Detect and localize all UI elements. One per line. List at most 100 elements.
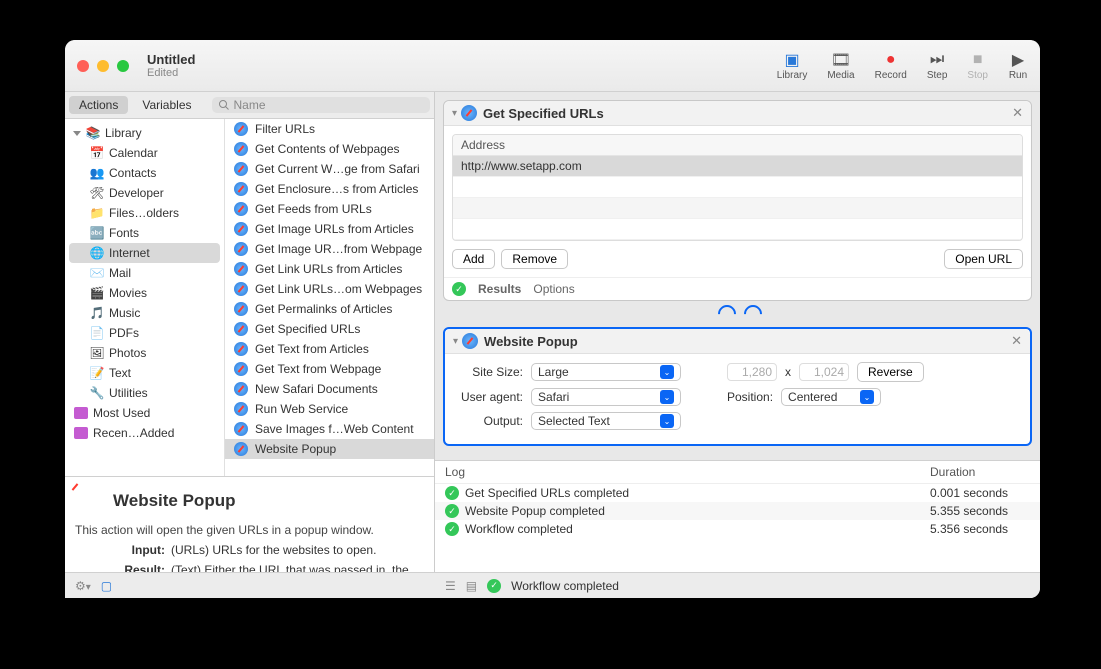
step-toolbar-button[interactable]: ⏭ Step	[927, 50, 948, 81]
chevron-down-icon: ⌄	[660, 390, 674, 404]
add-button[interactable]: Add	[452, 249, 495, 269]
search-input[interactable]: Name	[212, 97, 431, 113]
tab-variables[interactable]: Variables	[132, 96, 201, 114]
library-item-contacts[interactable]: 👥Contacts	[65, 163, 224, 183]
record-toolbar-button[interactable]: ● Record	[875, 50, 907, 81]
window-subtitle: Edited	[147, 67, 195, 79]
status-message: Workflow completed	[511, 579, 619, 593]
check-icon: ✓	[445, 486, 459, 500]
stack-icon[interactable]: ▤	[466, 579, 477, 593]
library-item-most-used[interactable]: Most Used	[65, 403, 224, 423]
category-icon: 🔧	[89, 385, 105, 401]
stop-icon: ■	[968, 50, 988, 70]
action-item[interactable]: Save Images f…Web Content	[225, 419, 434, 439]
media-toolbar-button[interactable]: 🎞 Media	[827, 50, 854, 81]
action-item[interactable]: Get Specified URLs	[225, 319, 434, 339]
chevron-down-icon: ▾	[453, 336, 458, 347]
close-window-button[interactable]	[77, 60, 89, 72]
list-icon[interactable]: ☰	[445, 579, 456, 593]
library-item-movies[interactable]: 🎬Movies	[65, 283, 224, 303]
action-item[interactable]: Get Permalinks of Articles	[225, 299, 434, 319]
library-item-utilities[interactable]: 🔧Utilities	[65, 383, 224, 403]
remove-action-button[interactable]: ✕	[1012, 105, 1023, 121]
library-item-fonts[interactable]: 🔤Fonts	[65, 223, 224, 243]
site-size-select[interactable]: Large ⌄	[531, 363, 681, 381]
position-select[interactable]: Centered ⌄	[781, 388, 881, 406]
library-item-mail[interactable]: ✉️Mail	[65, 263, 224, 283]
category-icon: 📁	[89, 205, 105, 221]
card-header[interactable]: ▾ Website Popup ✕	[445, 329, 1030, 354]
stop-toolbar-button[interactable]: ■ Stop	[967, 50, 988, 81]
library-item-recen-added[interactable]: Recen…Added	[65, 423, 224, 443]
action-item[interactable]: Get Text from Articles	[225, 339, 434, 359]
check-icon: ✓	[487, 579, 501, 593]
right-panel: ▾ Get Specified URLs ✕ Address http://ww…	[435, 92, 1040, 598]
play-icon: ▶	[1008, 50, 1028, 70]
log-row[interactable]: ✓Website Popup completed5.355 seconds	[435, 502, 1040, 520]
action-item[interactable]: Get Image URLs from Articles	[225, 219, 434, 239]
log-panel: Log Duration ✓Get Specified URLs complet…	[435, 460, 1040, 572]
results-link[interactable]: Results	[478, 282, 521, 296]
action-item[interactable]: Get Current W…ge from Safari	[225, 159, 434, 179]
title-block: Untitled Edited	[147, 52, 195, 79]
library-item-developer[interactable]: 🛠Developer	[65, 183, 224, 203]
chevron-down-icon: ⌄	[660, 365, 674, 379]
action-item[interactable]: Get Contents of Webpages	[225, 139, 434, 159]
library-root[interactable]: 📚 Library	[65, 123, 224, 143]
library-item-photos[interactable]: 🖼Photos	[65, 343, 224, 363]
duration-header: Duration	[930, 465, 1030, 479]
user-agent-select[interactable]: Safari ⌄	[531, 388, 681, 406]
action-item[interactable]: Get Text from Webpage	[225, 359, 434, 379]
step-icon: ⏭	[927, 50, 947, 70]
action-item[interactable]: Get Enclosure…s from Articles	[225, 179, 434, 199]
gear-icon[interactable]: ⚙︎▾	[75, 579, 91, 593]
library-item-internet[interactable]: 🌐Internet	[69, 243, 220, 263]
status-bar: ☰ ▤ ✓ Workflow completed	[435, 572, 1040, 598]
open-url-button[interactable]: Open URL	[944, 249, 1023, 269]
body: Actions Variables Name 📚 Library 📅Calend…	[65, 92, 1040, 598]
action-item[interactable]: Get Feeds from URLs	[225, 199, 434, 219]
safari-icon	[233, 221, 249, 237]
address-row-empty[interactable]	[453, 219, 1022, 240]
library-toolbar-button[interactable]: ▣ Library	[777, 50, 808, 81]
chevron-down-icon: ⌄	[860, 390, 874, 404]
width-field[interactable]: 1,280	[727, 363, 777, 381]
library-item-text[interactable]: 📝Text	[65, 363, 224, 383]
action-item[interactable]: Get Image UR…from Webpage	[225, 239, 434, 259]
check-icon: ✓	[445, 522, 459, 536]
action-item[interactable]: New Safari Documents	[225, 379, 434, 399]
panel-icon: ▣	[782, 50, 802, 70]
library-item-music[interactable]: 🎵Music	[65, 303, 224, 323]
action-item[interactable]: Filter URLs	[225, 119, 434, 139]
output-select[interactable]: Selected Text ⌄	[531, 412, 681, 430]
card-title: Get Specified URLs	[483, 106, 604, 121]
zoom-window-button[interactable]	[117, 60, 129, 72]
library-item-calendar[interactable]: 📅Calendar	[65, 143, 224, 163]
log-row[interactable]: ✓Get Specified URLs completed0.001 secon…	[435, 484, 1040, 502]
window-controls	[77, 60, 129, 72]
connector	[443, 309, 1032, 319]
address-row-empty[interactable]	[453, 177, 1022, 198]
flow-icon[interactable]: ▢	[101, 579, 112, 593]
height-field[interactable]: 1,024	[799, 363, 849, 381]
options-link[interactable]: Options	[533, 282, 574, 296]
address-row-empty[interactable]	[453, 198, 1022, 219]
folder-icon	[73, 425, 89, 441]
action-item[interactable]: Run Web Service	[225, 399, 434, 419]
run-toolbar-button[interactable]: ▶ Run	[1008, 50, 1028, 81]
remove-action-button[interactable]: ✕	[1011, 333, 1022, 349]
action-item[interactable]: Get Link URLs from Articles	[225, 259, 434, 279]
card-header[interactable]: ▾ Get Specified URLs ✕	[444, 101, 1031, 126]
input-value: (URLs) URLs for the websites to open.	[171, 543, 424, 557]
address-row[interactable]: http://www.setapp.com	[453, 156, 1022, 177]
action-item[interactable]: Get Link URLs…om Webpages	[225, 279, 434, 299]
minimize-window-button[interactable]	[97, 60, 109, 72]
library-item-pdfs[interactable]: 📄PDFs	[65, 323, 224, 343]
reverse-button[interactable]: Reverse	[857, 362, 924, 382]
tab-actions[interactable]: Actions	[69, 96, 128, 114]
log-row[interactable]: ✓Workflow completed5.356 seconds	[435, 520, 1040, 538]
library-item-files…olders[interactable]: 📁Files…olders	[65, 203, 224, 223]
disclosure-icon	[73, 131, 81, 136]
remove-button[interactable]: Remove	[501, 249, 568, 269]
action-item[interactable]: Website Popup	[225, 439, 434, 459]
